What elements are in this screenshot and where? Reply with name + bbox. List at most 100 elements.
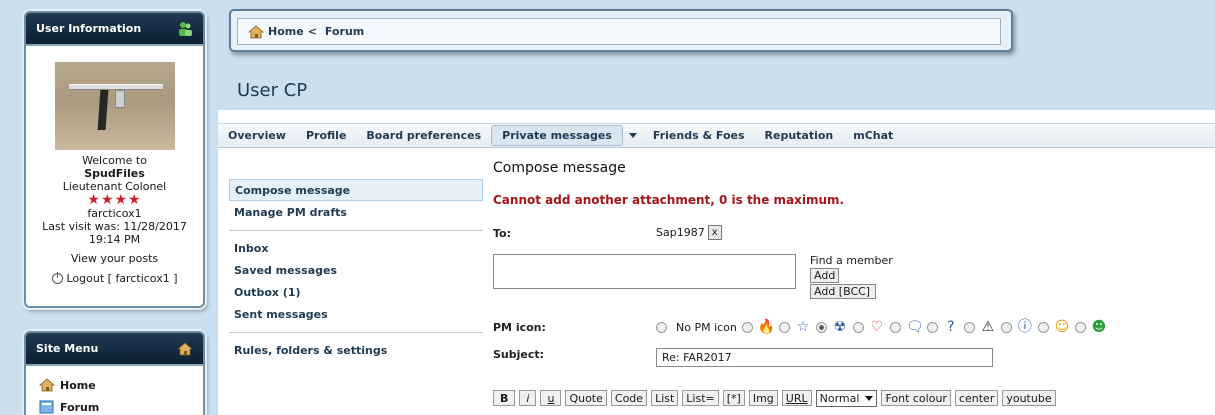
site-menu-panel: Site Menu Home Forum: [24, 331, 205, 415]
nav-divider: [229, 332, 483, 333]
radio-question[interactable]: [926, 321, 938, 333]
menu-item-label: Home: [60, 378, 96, 392]
forum-icon: [39, 400, 54, 414]
nav-inbox[interactable]: Inbox: [229, 237, 483, 259]
no-pm-icon-label: No PM icon: [676, 320, 737, 334]
url-button[interactable]: URL: [781, 390, 812, 406]
breadcrumb-forum[interactable]: Forum: [325, 25, 364, 38]
bold-button[interactable]: B: [493, 390, 516, 406]
site-menu-title: Site Menu: [36, 342, 99, 355]
tab-board-preferences[interactable]: Board preferences: [356, 125, 491, 146]
radio-radioactive[interactable]: [815, 321, 827, 333]
home-icon: [177, 341, 193, 355]
last-visit-time: 19:14 PM: [88, 233, 141, 246]
menu-item-label: Forum: [60, 400, 100, 414]
list-button[interactable]: List: [651, 390, 679, 406]
img-button[interactable]: Img: [748, 390, 778, 406]
user-info-header: User Information: [26, 13, 203, 46]
tab-overview[interactable]: Overview: [218, 125, 296, 146]
radio-fire[interactable]: [741, 321, 753, 333]
remove-recipient-button[interactable]: x: [707, 225, 722, 240]
nav-outbox[interactable]: Outbox (1): [229, 281, 483, 303]
radio-heart[interactable]: [852, 321, 864, 333]
radio-no-icon[interactable]: [656, 321, 667, 333]
nav-manage-drafts[interactable]: Manage PM drafts: [229, 201, 483, 223]
star-icon: ☆: [796, 319, 810, 335]
users-icon: [179, 21, 192, 36]
page-title: User CP: [237, 80, 308, 101]
to-label: To:: [493, 227, 511, 240]
center-button[interactable]: center: [954, 390, 999, 406]
chevron-down-icon[interactable]: [628, 133, 637, 138]
nav-divider: [229, 230, 483, 231]
breadcrumb-container: Home < Forum: [229, 9, 1013, 52]
find-member-link[interactable]: Find a member: [810, 254, 893, 267]
compose-panel: Compose message Cannot add another attac…: [493, 160, 1213, 407]
welcome-text: Welcome to: [82, 154, 147, 167]
radio-info[interactable]: [1000, 321, 1012, 333]
site-menu-header: Site Menu: [26, 333, 203, 366]
breadcrumb-separator: <: [307, 25, 317, 38]
user-info-title: User Information: [36, 22, 142, 35]
heart-icon: ♡: [870, 319, 884, 335]
tab-friends-foes[interactable]: Friends & Foes: [643, 125, 755, 146]
user-info-panel: User Information Welcome to SpudFiles Li…: [24, 11, 205, 308]
font-size-select[interactable]: Normal: [815, 390, 878, 407]
radio-speech[interactable]: [889, 321, 901, 333]
subject-label: Subject:: [493, 348, 545, 361]
avatar: [54, 62, 175, 150]
find-member-group: Find a member Add Add [BCC]: [810, 254, 893, 299]
tab-reputation[interactable]: Reputation: [755, 125, 844, 146]
nav-sent-messages[interactable]: Sent messages: [229, 303, 483, 325]
add-bcc-button[interactable]: Add [BCC]: [810, 284, 876, 299]
subject-input[interactable]: Re: FAR2017: [656, 348, 993, 367]
chevron-down-icon: [865, 396, 874, 401]
compose-heading: Compose message: [493, 160, 626, 176]
smiley-icon: ☺: [1054, 319, 1070, 335]
radio-smiley[interactable]: [1037, 321, 1049, 333]
tab-profile[interactable]: Profile: [296, 125, 356, 146]
nav-compose-message[interactable]: Compose message: [229, 179, 483, 201]
menu-item-home[interactable]: Home: [26, 374, 203, 396]
logout-icon: [51, 272, 63, 284]
site-name: SpudFiles: [84, 167, 145, 180]
breadcrumb: Home < Forum: [237, 18, 1001, 45]
home-icon: [248, 24, 264, 38]
nav-rules-folders[interactable]: Rules, folders & settings: [229, 339, 483, 361]
home-icon: [39, 378, 55, 392]
tab-mchat[interactable]: mChat: [843, 125, 903, 146]
code-button[interactable]: Code: [610, 390, 648, 406]
add-button[interactable]: Add: [810, 268, 840, 283]
rank-stars: ★★★★: [87, 192, 142, 208]
logout-link[interactable]: Logout [ farcticox1 ]: [26, 272, 203, 285]
speech-bubble-icon: 🗨: [905, 319, 924, 335]
radio-grin[interactable]: [1074, 321, 1086, 333]
error-message: Cannot add another attachment, 0 is the …: [493, 193, 845, 207]
youtube-button[interactable]: youtube: [1002, 390, 1056, 406]
menu-item-forum[interactable]: Forum: [26, 396, 203, 415]
tab-private-messages[interactable]: Private messages: [491, 125, 623, 146]
logout-label: Logout [ farcticox1 ]: [66, 272, 178, 285]
nav-saved-messages[interactable]: Saved messages: [229, 259, 483, 281]
warning-icon: ⚠: [981, 319, 995, 335]
last-visit: Last visit was: 11/28/2017: [42, 220, 187, 233]
grin-icon: ☻: [1091, 319, 1107, 335]
recipient-textarea[interactable]: [493, 254, 796, 289]
info-icon: ⓘ: [1017, 319, 1032, 335]
username: farcticox1: [87, 207, 142, 220]
underline-button[interactable]: u: [540, 390, 562, 406]
list-item-button[interactable]: [*]: [722, 390, 745, 406]
fire-icon: 🔥: [757, 319, 776, 335]
question-icon: ?: [947, 319, 955, 335]
italic-button[interactable]: i: [519, 390, 537, 406]
radio-warning[interactable]: [963, 321, 975, 333]
recipient-name[interactable]: Sap1987: [656, 226, 705, 239]
font-size-value: Normal: [819, 392, 860, 405]
view-posts-link[interactable]: View your posts: [26, 252, 203, 265]
bbcode-toolbar: B i u Quote Code List List= [*] Img URL …: [493, 390, 1056, 407]
breadcrumb-home[interactable]: Home: [268, 25, 304, 38]
radio-star[interactable]: [778, 321, 790, 333]
font-colour-button[interactable]: Font colour: [881, 390, 951, 406]
quote-button[interactable]: Quote: [565, 390, 607, 406]
ordered-list-button[interactable]: List=: [682, 390, 719, 406]
